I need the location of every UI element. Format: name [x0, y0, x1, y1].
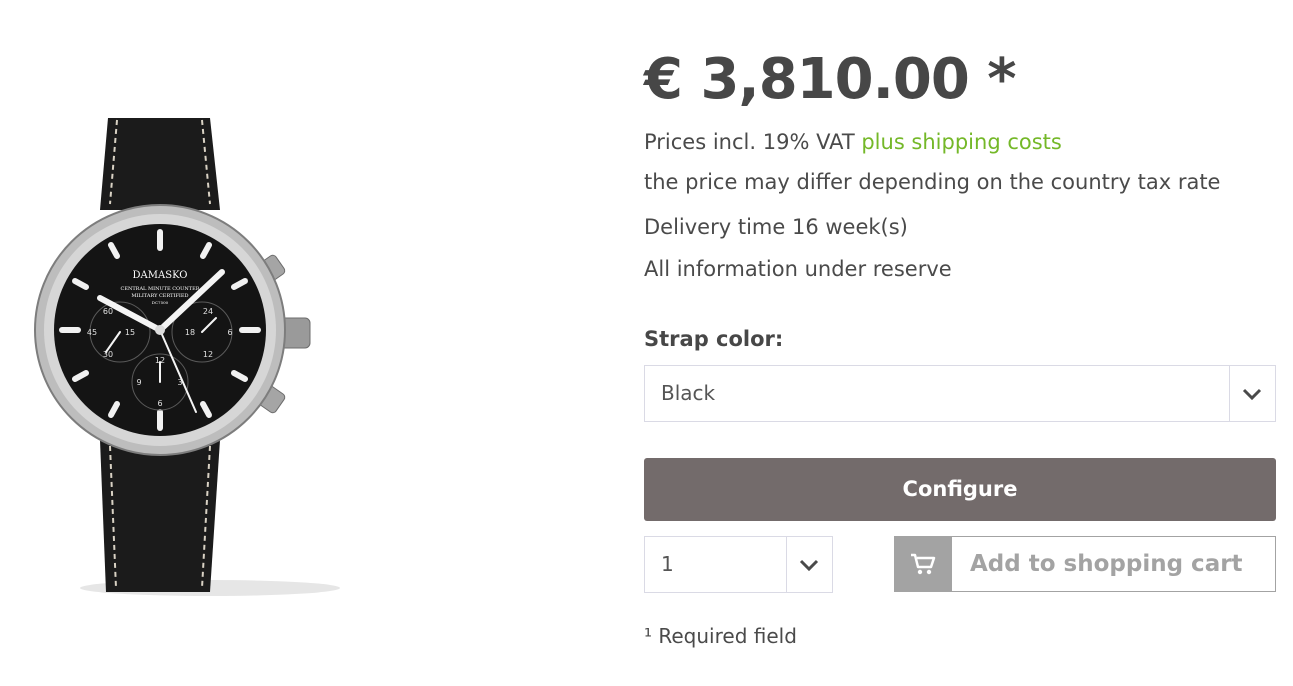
subdial-right-num-1: 24	[203, 307, 213, 316]
cart-icon-container	[895, 537, 952, 591]
vat-text: Prices incl. 19% VAT	[644, 130, 855, 154]
product-price: € 3,810.00 *	[644, 47, 1017, 112]
chevron-down-icon	[1242, 388, 1262, 401]
subdial-right-num-2: 6	[227, 328, 232, 337]
shopping-cart-icon	[911, 553, 936, 575]
shipping-costs-link[interactable]: plus shipping costs	[861, 130, 1062, 154]
subdial-left-num-1: 60	[103, 307, 113, 316]
watch-illustration: DAMASKO CENTRAL MINUTE COUNTER MILITARY …	[34, 118, 340, 596]
reserve-note: All information under reserve	[644, 257, 952, 281]
subdial-bottom-num-4: 6	[157, 399, 162, 408]
tax-note: the price may differ depending on the co…	[644, 170, 1221, 194]
add-to-cart-label: Add to shopping cart	[970, 551, 1243, 577]
strap-color-select[interactable]: Black	[644, 365, 1276, 422]
strap-color-label: Strap color:	[644, 327, 784, 351]
subdial-left-num-4: 30	[103, 350, 113, 359]
subdial-left-num-3: 45	[87, 328, 97, 337]
vat-info: Prices incl. 19% VAT plus shipping costs	[644, 128, 1062, 156]
dial-line-1: CENTRAL MINUTE COUNTER	[121, 286, 200, 292]
dial-line-3: DC7500	[152, 300, 169, 305]
configure-button[interactable]: Configure	[644, 458, 1276, 521]
quantity-value: 1	[661, 552, 674, 576]
subdial-bottom-num-2: 9	[136, 378, 141, 387]
chevron-down-icon	[799, 559, 819, 572]
upper-strap	[100, 118, 220, 210]
center-pin	[155, 325, 165, 335]
add-to-cart-button[interactable]: Add to shopping cart	[894, 536, 1276, 592]
subdial-right-num-3: 18	[185, 328, 195, 337]
quantity-select[interactable]: 1	[644, 536, 833, 593]
dial-brand: DAMASKO	[133, 270, 188, 281]
subdial-right-num-4: 12	[203, 350, 213, 359]
dial-line-2: MILITARY CERTIFIED	[131, 293, 188, 299]
strap-select-toggle[interactable]	[1229, 366, 1275, 421]
buybox: € 3,810.00 * Prices incl. 19% VAT plus s…	[644, 40, 1276, 648]
required-field-note: ¹ Required field	[644, 624, 797, 648]
product-image: DAMASKO CENTRAL MINUTE COUNTER MILITARY …	[20, 100, 340, 610]
quantity-select-toggle[interactable]	[786, 537, 832, 592]
strap-color-value: Black	[661, 381, 716, 405]
lower-strap	[100, 440, 220, 592]
subdial-left-num-2: 15	[125, 328, 135, 337]
delivery-time: Delivery time 16 week(s)	[644, 215, 908, 239]
